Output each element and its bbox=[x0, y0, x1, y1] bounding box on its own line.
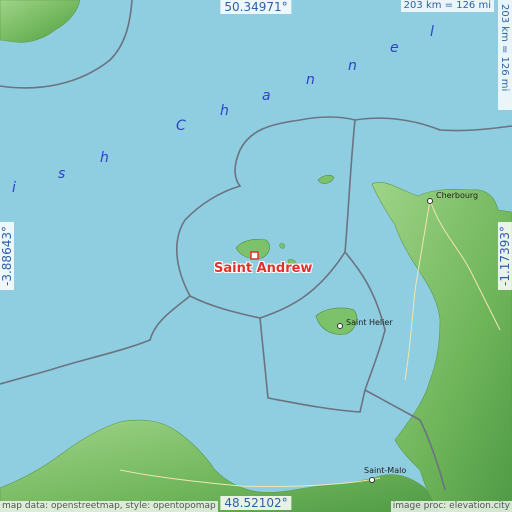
coord-top: 50.34971° bbox=[220, 0, 292, 14]
coord-right: -1.17393° bbox=[498, 222, 512, 290]
place-label-saint-helier: Saint Helier bbox=[346, 318, 393, 327]
place-label-cherbourg: Cherbourg bbox=[436, 191, 479, 200]
map-graphics bbox=[0, 0, 512, 512]
city-marker-icon bbox=[337, 323, 343, 329]
city-marker-icon bbox=[369, 477, 375, 483]
sea-letter: s bbox=[58, 166, 66, 182]
scale-side-label: 203 km = 126 mi bbox=[499, 4, 510, 92]
sea-letter: n bbox=[348, 58, 357, 74]
island-alderney bbox=[317, 174, 335, 184]
attribution-right: image proc: elevation.city bbox=[390, 501, 512, 512]
sea-letter: h bbox=[220, 103, 229, 119]
target-label: Saint Andrew bbox=[214, 261, 313, 276]
city-marker-icon bbox=[427, 198, 433, 204]
scale-side: 203 km = 126 mi bbox=[498, 0, 512, 110]
map-view[interactable]: i s h C h a n n e l Cherbourg Saint Heli… bbox=[0, 0, 512, 512]
land-normandy bbox=[371, 182, 512, 512]
coord-left: -3.88643° bbox=[0, 222, 14, 290]
sea-letter: i bbox=[12, 180, 16, 196]
sea-letter: h bbox=[100, 150, 109, 166]
sea-letter: e bbox=[390, 40, 399, 56]
attribution-left: map data: openstreetmap, style: opentopo… bbox=[0, 501, 218, 512]
sea-letter: a bbox=[262, 88, 271, 104]
island-herm bbox=[279, 243, 285, 249]
coord-bottom: 48.52102° bbox=[220, 496, 292, 510]
target-marker-icon bbox=[250, 251, 259, 260]
scale-top: 203 km = 126 mi bbox=[400, 0, 494, 12]
place-label-saint-malo: Saint-Malo bbox=[364, 466, 407, 475]
sea-letter: n bbox=[306, 72, 315, 88]
sea-letter: l bbox=[430, 24, 434, 40]
sea-letter: C bbox=[176, 118, 186, 134]
land-top-left bbox=[0, 0, 81, 43]
